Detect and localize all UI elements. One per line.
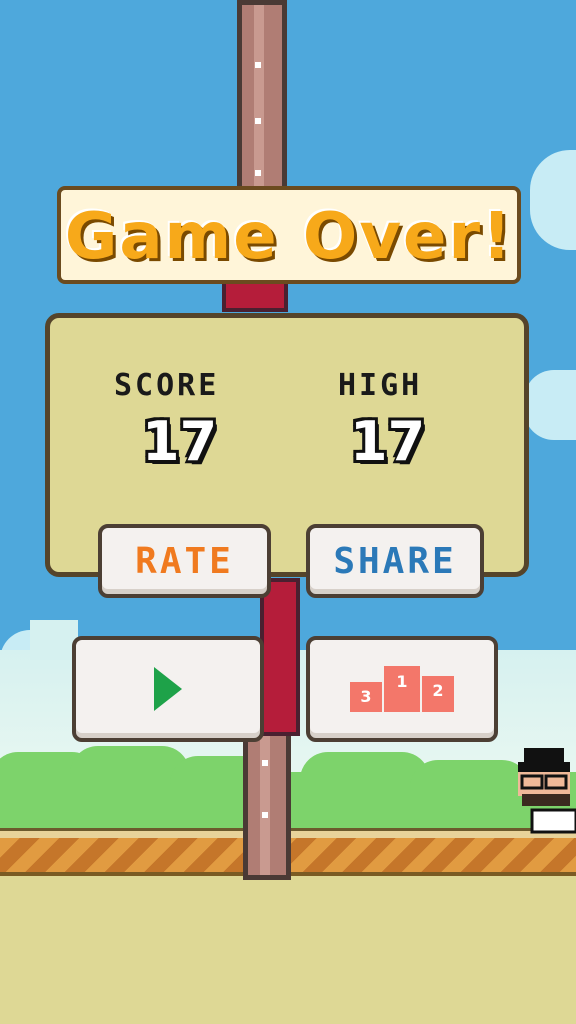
high-score-value: 17: [350, 410, 426, 473]
cloud-right-top: [530, 150, 576, 250]
game-over-title: Game Over!: [64, 200, 514, 274]
game-over-banner: Game Over!: [57, 186, 521, 284]
podium-first: 1: [384, 666, 420, 712]
podium-third: 3: [350, 682, 382, 712]
pipe-rivet: [262, 812, 268, 818]
pipe-rivet: [262, 760, 268, 766]
play-button[interactable]: [72, 636, 264, 742]
score-value: 17: [142, 410, 218, 473]
rate-button[interactable]: RATE: [98, 524, 271, 598]
city-tower: [30, 620, 78, 660]
pipe-rivet: [255, 118, 261, 124]
leaderboard-podium-icon: 3 1 2: [350, 666, 454, 712]
cloud-right-mid: [524, 370, 576, 440]
pipe-rivet: [255, 170, 261, 176]
score-label: SCORE: [114, 368, 220, 403]
pipe-rivet: [255, 62, 261, 68]
podium-second: 2: [422, 676, 454, 712]
pipe-bottom-blood: [260, 578, 300, 736]
ground: [0, 876, 576, 1024]
share-button[interactable]: SHARE: [306, 524, 484, 598]
pipe-bottom: [243, 730, 291, 880]
share-button-label: SHARE: [333, 540, 457, 582]
player-character: [514, 746, 576, 842]
play-icon: [154, 667, 182, 711]
leaderboard-button[interactable]: 3 1 2: [306, 636, 498, 742]
game-stage: Game Over! SCORE 17 HIGH 17 RATE SHARE 3…: [0, 0, 576, 1024]
bush: [410, 760, 530, 792]
player-sprite: [518, 748, 576, 834]
rate-button-label: RATE: [135, 540, 234, 582]
high-score-label: HIGH: [338, 368, 423, 403]
